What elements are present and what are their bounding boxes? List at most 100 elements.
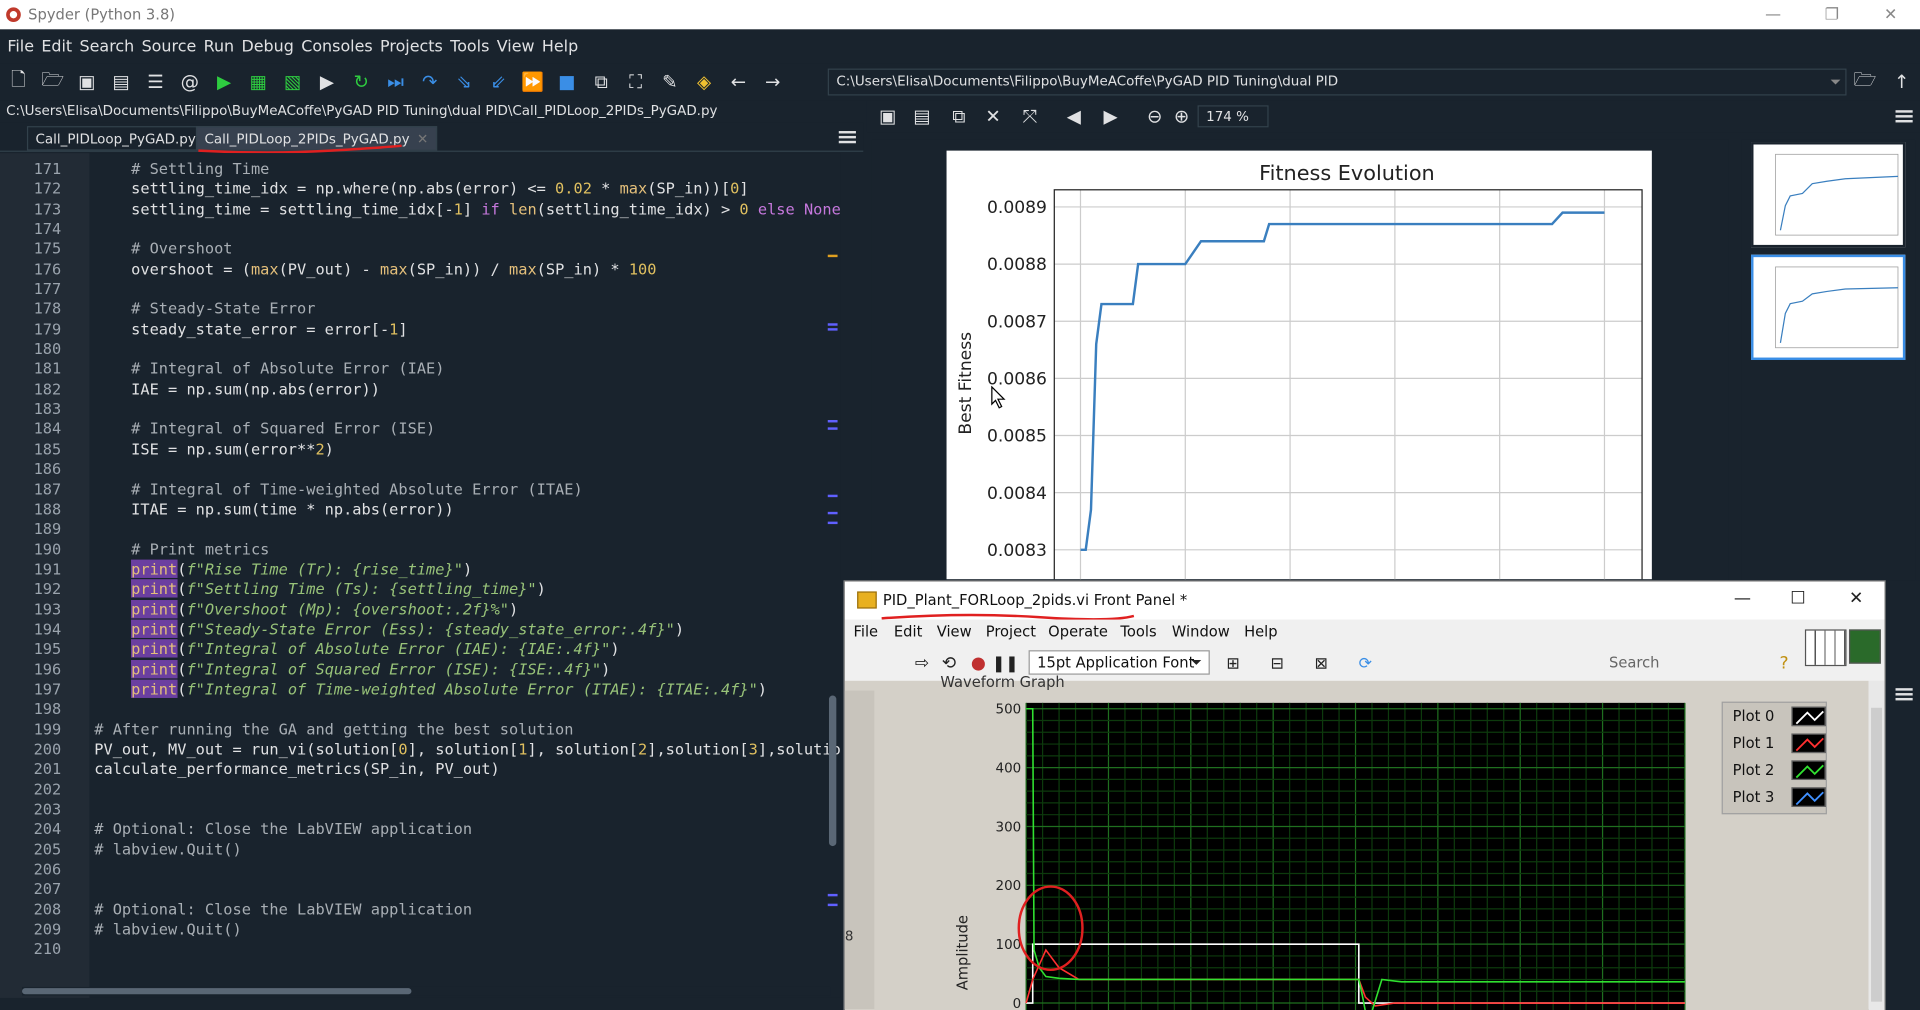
help-icon[interactable]: ? [1771, 650, 1798, 677]
run-icon[interactable]: ▶ [211, 69, 238, 96]
dock-options-icon[interactable] [1895, 688, 1913, 701]
code-text: print(f"Integral of Absolute Error (IAE)… [131, 639, 620, 658]
forward-icon[interactable]: → [759, 69, 786, 96]
menu-view[interactable]: View [493, 37, 538, 55]
menu-tools[interactable]: Tools [447, 37, 494, 55]
code-editor[interactable]: 171 # Settling Time 172 settling_time_idx… [0, 153, 841, 998]
python-icon[interactable]: ◈ [691, 69, 718, 96]
lv-menu-project[interactable]: Project [986, 623, 1036, 640]
step-icon[interactable]: ↷ [416, 69, 443, 96]
remove-all-plots-icon[interactable]: ⤧ [1016, 103, 1043, 130]
fullscreen-icon[interactable]: ⛶ [622, 69, 649, 96]
code-text: print(f"Overshoot (Mp): {overshoot:.2f}%… [131, 599, 519, 618]
menu-projects[interactable]: Projects [376, 37, 446, 55]
continue-icon[interactable]: ⏩ [519, 69, 546, 96]
menu-search[interactable]: Search [76, 37, 138, 55]
resize-objects-icon[interactable]: ⊠ [1308, 650, 1335, 677]
reorder-icon[interactable]: ⟳ [1352, 650, 1379, 677]
menu-debug[interactable]: Debug [238, 37, 298, 55]
menu-edit[interactable]: Edit [38, 37, 76, 55]
run-arrow-icon[interactable]: ⇨ [909, 650, 936, 677]
at-icon[interactable]: @ [176, 69, 203, 96]
font-select[interactable]: 15pt Application Font [1028, 650, 1210, 675]
side-value: 8 [844, 928, 854, 945]
close-button[interactable]: ✕ [1861, 0, 1920, 29]
menu-run[interactable]: Run [200, 37, 238, 55]
outline-icon[interactable]: ☰ [142, 69, 169, 96]
open-folder-icon[interactable]: 🗁 [39, 68, 66, 96]
menu-help[interactable]: Help [538, 37, 582, 55]
next-plot-icon[interactable]: ▶ [1097, 103, 1124, 130]
zoom-level-field[interactable]: 174 % [1197, 105, 1269, 128]
close-tab-icon[interactable]: ✕ [417, 131, 428, 147]
print-keyword: print [131, 659, 178, 678]
save-plot-icon[interactable]: ▣ [874, 103, 901, 130]
menu-source[interactable]: Source [138, 37, 200, 55]
lv-menu-help[interactable]: Help [1244, 623, 1278, 640]
lv-menu-edit[interactable]: Edit [894, 623, 922, 640]
save-icon[interactable]: ▣ [73, 69, 100, 96]
series-line [1080, 211, 1605, 552]
new-file-icon[interactable]: 🗋 [5, 68, 32, 96]
parent-directory-icon[interactable]: ↑ [1888, 69, 1915, 96]
run-selection-icon[interactable]: ▶ [313, 69, 340, 96]
lv-menu-tools[interactable]: Tools [1120, 623, 1156, 640]
back-icon[interactable]: ← [725, 69, 752, 96]
labview-vertical-scrollbar[interactable] [1868, 680, 1885, 1010]
browse-folder-icon[interactable]: 🗁 [1851, 68, 1878, 96]
code-line: 205 # labview.Quit() [0, 840, 840, 860]
wrench-icon[interactable]: ✎ [656, 69, 683, 96]
plot-thumbnail[interactable] [1751, 142, 1906, 248]
line-number: 207 [33, 879, 62, 899]
distribute-objects-icon[interactable]: ⊟ [1264, 650, 1291, 677]
editor-vertical-scrollbar[interactable] [828, 159, 838, 979]
lv-menu-operate[interactable]: Operate [1048, 623, 1108, 640]
plot-thumbnail-selected[interactable] [1751, 254, 1906, 361]
labview-search-field[interactable]: Search [1589, 650, 1771, 675]
legend-item-plot-3: Plot 3 [1732, 788, 1775, 806]
menu-file[interactable]: File [4, 37, 38, 55]
zoom-out-icon[interactable]: ⊖ [1141, 103, 1168, 130]
vi-icon [857, 591, 877, 609]
labview-close-button[interactable]: ✕ [1849, 589, 1863, 609]
align-objects-icon[interactable]: ⊞ [1220, 650, 1247, 677]
vi-icon-editor[interactable] [1848, 629, 1881, 664]
waveform-graph[interactable]: Amplitude 500 400 300 200 100 0 [955, 693, 1702, 1010]
code-line: 175 # Overshoot [0, 239, 840, 259]
save-all-plots-icon[interactable]: ▤ [909, 103, 936, 130]
rerun-icon[interactable]: ↻ [348, 69, 375, 96]
menu-consoles[interactable]: Consoles [298, 37, 377, 55]
run-cell-icon[interactable]: ▦ [245, 69, 272, 96]
maximize-icon[interactable]: ⧉ [588, 69, 615, 96]
labview-minimize-button[interactable]: — [1734, 589, 1751, 609]
connector-pane-icon[interactable] [1804, 629, 1847, 667]
minimize-button[interactable]: — [1744, 0, 1803, 29]
run-cell-advance-icon[interactable]: ▧ [279, 69, 306, 96]
plot-legend[interactable]: Plot 0 Plot 1 Plot 2 Plot 3 [1721, 701, 1827, 815]
fitness-chart: Fitness Evolution Best Fitness 0.0089 0.0… [956, 161, 1643, 583]
print-keyword: print [131, 619, 178, 638]
labview-maximize-button[interactable]: ☐ [1790, 589, 1805, 609]
save-all-icon[interactable]: ▤ [108, 69, 135, 96]
stop-icon[interactable]: ■ [553, 69, 580, 96]
lv-menu-file[interactable]: File [853, 623, 878, 640]
labview-front-panel-window: PID_Plant_FORLoop_2pids.vi Front Panel *… [843, 580, 1886, 1010]
lv-menu-view[interactable]: View [937, 623, 972, 640]
step-return-icon[interactable]: ⇙ [485, 69, 512, 96]
editor-horizontal-scrollbar[interactable] [22, 986, 831, 996]
zoom-in-icon[interactable]: ⊕ [1168, 103, 1195, 130]
legend-item-plot-0: Plot 0 [1732, 707, 1775, 725]
line-number: 200 [33, 739, 62, 758]
plots-options-icon[interactable] [1895, 110, 1913, 123]
line-number: 172 [33, 179, 62, 198]
restore-button[interactable]: ❐ [1802, 0, 1861, 29]
step-into-icon[interactable]: ⇘ [451, 69, 478, 96]
tab-call-pidloop-pygad[interactable]: Call_PIDLoop_PyGAD.py✕ [26, 126, 224, 151]
remove-plot-icon[interactable]: ✕ [980, 103, 1007, 130]
lv-menu-window[interactable]: Window [1172, 623, 1230, 640]
previous-plot-icon[interactable]: ◀ [1060, 103, 1087, 130]
debug-icon[interactable]: ⏭ [382, 69, 409, 96]
working-directory-combo[interactable]: C:\Users\Elisa\Documents\Filippo\BuyMeAC… [827, 68, 1847, 96]
editor-options-icon[interactable] [838, 131, 856, 144]
copy-plot-icon[interactable]: ⧉ [945, 103, 972, 130]
